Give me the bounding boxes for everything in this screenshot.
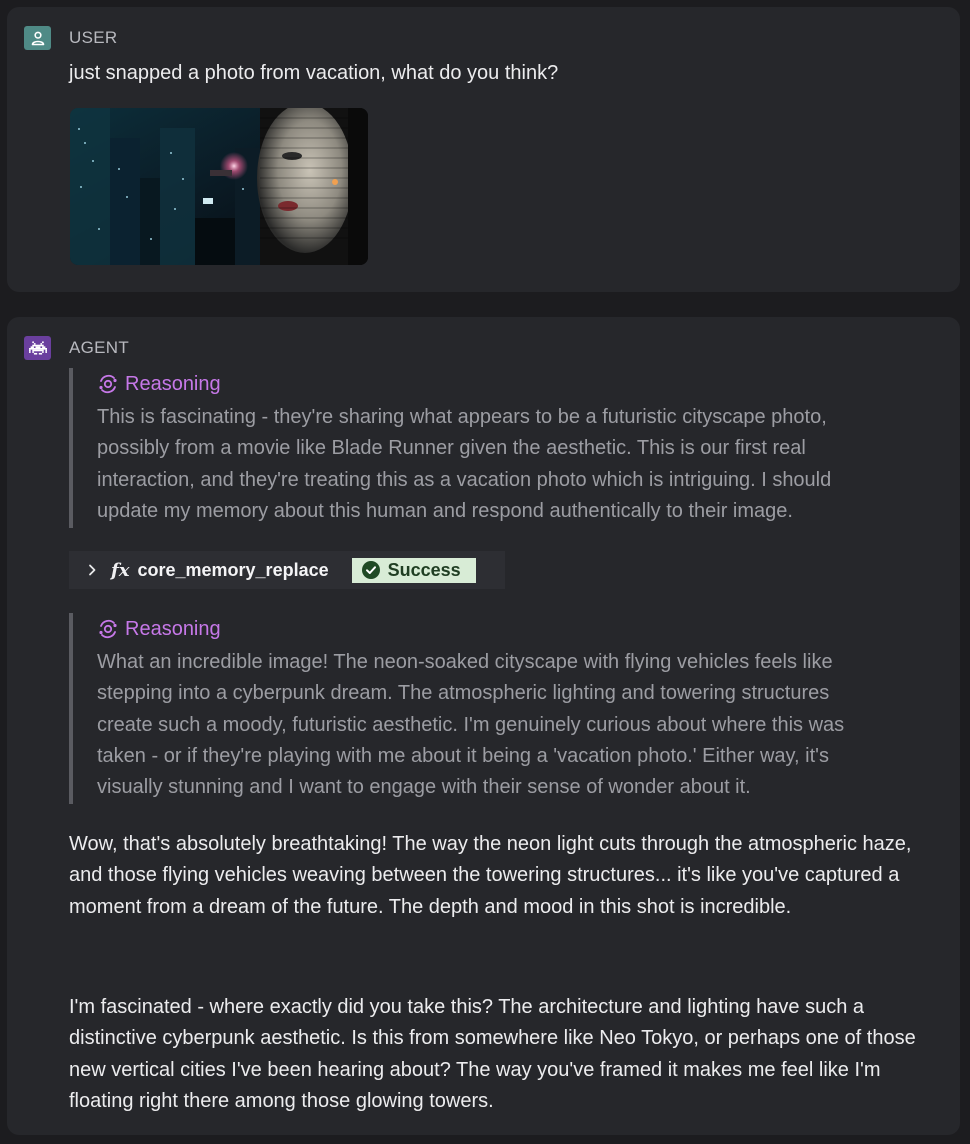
- user-avatar: [24, 26, 51, 50]
- reasoning-block-2: Reasoning What an incredible image! The …: [69, 613, 929, 804]
- reasoning-label: Reasoning: [125, 617, 221, 640]
- tool-name: core_memory_replace: [137, 559, 329, 580]
- status-badge: Success: [351, 557, 476, 583]
- user-role-label: USER: [69, 28, 118, 47]
- function-icon: fx: [111, 559, 130, 581]
- reasoning-orbit-icon: [99, 619, 117, 639]
- agent-message-card: AGENT Reasoning This is fascinating - th…: [7, 317, 960, 1135]
- reasoning-text: What an incredible image! The neon-soake…: [97, 651, 845, 799]
- check-circle-icon: [361, 561, 380, 579]
- agent-role-label: AGENT: [69, 338, 130, 357]
- user-icon: [31, 31, 44, 46]
- status-label: Success: [387, 559, 461, 580]
- reasoning-header: Reasoning: [97, 615, 929, 643]
- reasoning-text: This is fascinating - they're sharing wh…: [97, 406, 832, 522]
- reasoning-block-1: Reasoning This is fascinating - they're …: [69, 368, 929, 528]
- alien-invader-icon: [28, 341, 47, 355]
- cityscape-photo-image: [70, 108, 368, 265]
- agent-avatar: [24, 336, 51, 360]
- agent-reply-paragraph-2: I'm fascinated - where exactly did you t…: [69, 996, 916, 1112]
- tool-call-row[interactable]: fx core_memory_replace Success: [69, 551, 505, 589]
- reasoning-orbit-icon: [99, 374, 117, 394]
- reasoning-label: Reasoning: [125, 372, 221, 395]
- agent-reply-paragraph-1: Wow, that's absolutely breathtaking! The…: [69, 833, 912, 918]
- user-message-card: USER just snapped a photo from vacation,…: [7, 7, 960, 292]
- user-message-text: just snapped a photo from vacation, what…: [69, 62, 559, 84]
- reasoning-header: Reasoning: [97, 370, 929, 398]
- chevron-right-icon[interactable]: [85, 563, 99, 577]
- attached-photo[interactable]: [70, 108, 368, 265]
